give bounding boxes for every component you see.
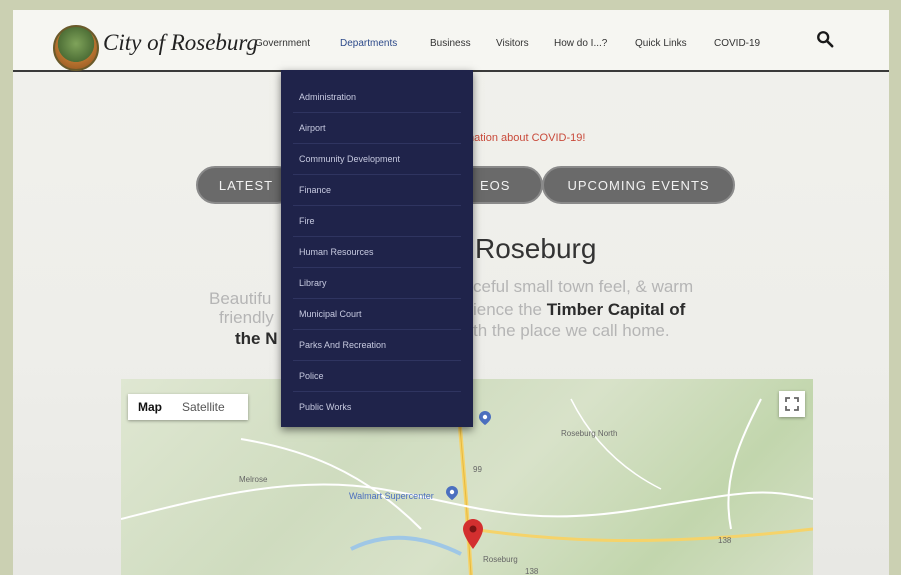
dropdown-item-finance[interactable]: Finance [293, 175, 461, 206]
dropdown-item-airport[interactable]: Airport [293, 113, 461, 144]
site-header: City of Roseburg Government Departments … [13, 10, 889, 72]
upcoming-events-button[interactable]: UPCOMING EVENTS [542, 166, 735, 204]
fullscreen-icon[interactable] [779, 391, 805, 417]
description-left-line-3: the N [235, 329, 278, 348]
dropdown-item-parks-and-recreation[interactable]: Parks And Recreation [293, 330, 461, 361]
dropdown-item-fire[interactable]: Fire [293, 206, 461, 237]
map-label-melrose: Melrose [239, 475, 268, 484]
description-right-line-3: th the place we call home. [473, 321, 670, 340]
timber-capital-text: Timber Capital of [546, 300, 686, 319]
monitor-bezel-left [0, 0, 13, 575]
walmart-pin-icon[interactable] [446, 486, 458, 500]
nav-business[interactable]: Business [430, 38, 471, 49]
description-right-line-2-text: ience the [473, 300, 547, 319]
browser-screen: City of Roseburg Government Departments … [13, 10, 889, 575]
map-label-walmart[interactable]: Walmart Supercenter [349, 491, 434, 501]
welcome-heading: Roseburg [475, 233, 597, 264]
videos-label: EOS [480, 177, 511, 193]
departments-dropdown-menu: Administration Airport Community Develop… [281, 70, 473, 427]
map-label-roseburg: Roseburg [483, 555, 518, 564]
monitor-bezel-top [0, 0, 901, 10]
blue-poi-pin-icon[interactable] [479, 411, 491, 425]
latest-news-label: LATEST [218, 177, 274, 193]
description-left-line-2: friendly [219, 308, 274, 327]
map-label-route-99: 99 [473, 465, 482, 474]
covid-banner-text[interactable]: nation about COVID-19! [468, 132, 585, 144]
site-title[interactable]: City of Roseburg [103, 30, 258, 56]
description-right-line-2: ience the Timber Capital of [473, 300, 685, 320]
map-type-map-button[interactable]: Map [128, 400, 172, 414]
map-label-roseburg-north: Roseburg North [561, 429, 618, 438]
description-left-line-1: Beautifu [209, 289, 272, 308]
nav-quick-links[interactable]: Quick Links [635, 38, 687, 49]
nav-departments[interactable]: Departments [340, 38, 397, 49]
monitor-bezel-right [889, 0, 901, 575]
nav-visitors[interactable]: Visitors [496, 38, 529, 49]
map-label-route-138a: 138 [718, 536, 732, 545]
map-label-route-138b: 138 [525, 567, 539, 575]
dropdown-item-police[interactable]: Police [293, 361, 461, 392]
map-type-toggle: Map Satellite [128, 394, 248, 420]
dropdown-item-human-resources[interactable]: Human Resources [293, 237, 461, 268]
dropdown-item-library[interactable]: Library [293, 268, 461, 299]
nav-government[interactable]: Government [255, 38, 310, 49]
upcoming-events-label: UPCOMING EVENTS [567, 177, 710, 193]
dropdown-item-municipal-court[interactable]: Municipal Court [293, 299, 461, 330]
map-pin-icon[interactable] [463, 519, 483, 549]
nav-how-do-i[interactable]: How do I...? [554, 38, 607, 49]
nav-covid-19[interactable]: COVID-19 [714, 38, 760, 49]
city-seal-logo[interactable] [53, 25, 99, 71]
dropdown-item-administration[interactable]: Administration [293, 82, 461, 113]
dropdown-item-public-works[interactable]: Public Works [293, 392, 461, 422]
description-right-line-1: ceful small town feel, & warm [473, 277, 694, 296]
search-icon[interactable] [816, 30, 834, 48]
dropdown-item-community-development[interactable]: Community Development [293, 144, 461, 175]
map-type-satellite-button[interactable]: Satellite [172, 400, 235, 414]
